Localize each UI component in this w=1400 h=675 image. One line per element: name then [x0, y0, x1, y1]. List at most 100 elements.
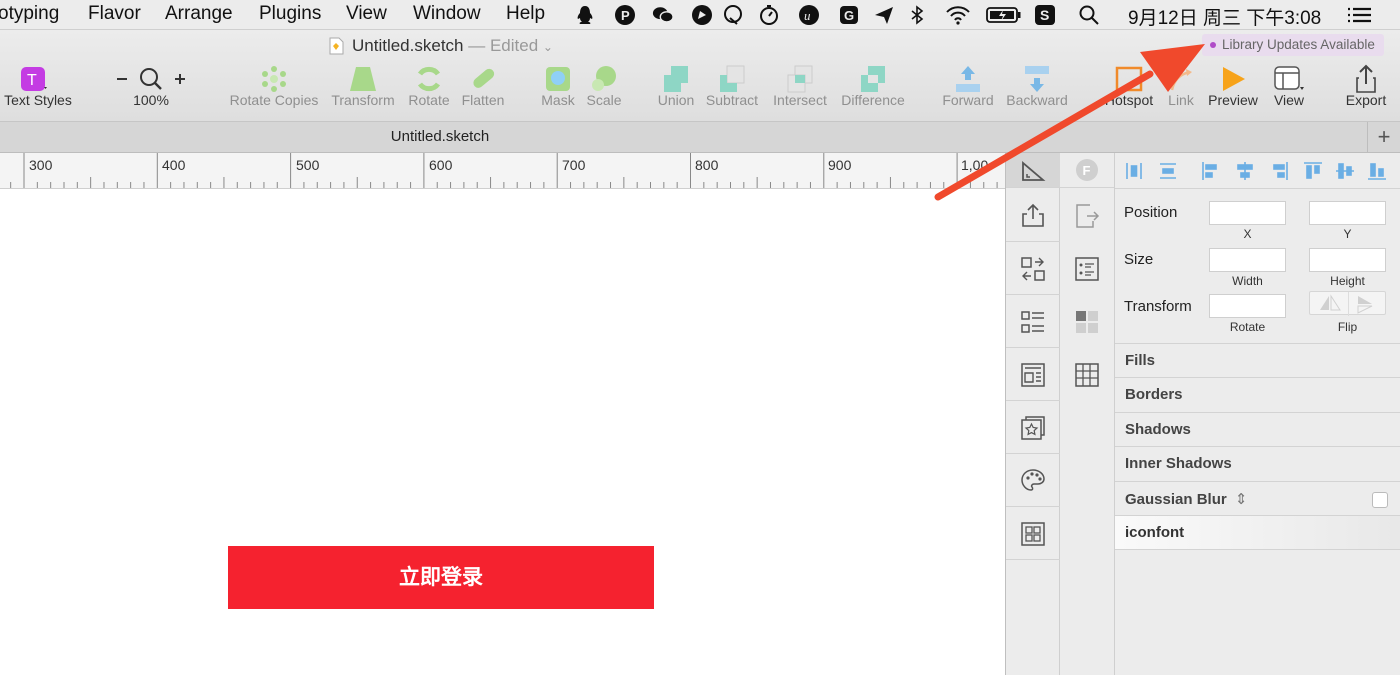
menu-view[interactable]: View — [346, 3, 387, 25]
zoom-control[interactable] — [111, 64, 191, 94]
upload-button[interactable] — [1006, 189, 1060, 242]
backward-button[interactable] — [1022, 64, 1052, 94]
timer-icon[interactable] — [758, 4, 780, 26]
battery-icon[interactable] — [986, 4, 1022, 26]
flatten-label: Flatten — [461, 92, 505, 108]
form-button[interactable] — [1060, 242, 1114, 292]
difference-button[interactable] — [858, 64, 888, 94]
iconfont-section[interactable]: iconfont — [1115, 515, 1400, 550]
rotate-button[interactable] — [414, 64, 444, 94]
send-icon[interactable] — [873, 4, 895, 26]
svg-text:P: P — [621, 8, 630, 23]
rotate-copies-label: Rotate Copies — [229, 92, 319, 108]
menu-window[interactable]: Window — [413, 3, 481, 25]
subtract-icon — [720, 65, 745, 92]
favorites-button[interactable] — [1006, 401, 1060, 454]
canvas[interactable]: 立即登录 — [0, 189, 1005, 675]
hotspot-icon — [1115, 66, 1143, 92]
menu-plugins[interactable]: Plugins — [259, 3, 321, 25]
borders-section[interactable]: Borders — [1115, 377, 1400, 412]
text-styles-label: Text Styles — [4, 92, 72, 108]
menu-prototyping[interactable]: otyping — [0, 3, 59, 25]
swap-symbols-button[interactable] — [1006, 242, 1060, 295]
inner-shadows-section[interactable]: Inner Shadows — [1115, 446, 1400, 481]
x-label: X — [1243, 227, 1252, 241]
spotlight-search-icon[interactable] — [1078, 4, 1100, 26]
palette-button[interactable] — [1006, 454, 1060, 507]
p-app-icon[interactable]: P — [614, 4, 636, 26]
g-app-icon[interactable]: G — [838, 4, 860, 26]
mask-button[interactable] — [543, 64, 573, 94]
components-button[interactable] — [1006, 507, 1060, 560]
form-list-icon — [1075, 257, 1099, 281]
inspector-tab-ruler[interactable] — [1006, 153, 1060, 188]
intersect-button[interactable] — [785, 64, 815, 94]
s-app-icon[interactable]: S — [1034, 4, 1056, 26]
gaussian-blur-section[interactable]: Gaussian Blur ⇕ — [1115, 481, 1400, 516]
library-updates-badge[interactable]: Library Updates Available — [1202, 34, 1384, 56]
grid-components-icon — [1021, 522, 1045, 546]
fontawesome-button[interactable]: F — [1060, 153, 1114, 188]
flip-control[interactable] — [1309, 291, 1386, 316]
tab-untitled[interactable]: Untitled.sketch — [0, 128, 880, 145]
rotate-field[interactable] — [1209, 294, 1286, 318]
menu-clock[interactable]: 9月12日 周三 下午3:08 — [1128, 3, 1321, 30]
svg-text:F: F — [1083, 163, 1091, 178]
view-button[interactable] — [1274, 64, 1304, 94]
layer-list-button[interactable] — [1006, 295, 1060, 348]
transform-button[interactable] — [348, 64, 378, 94]
flatten-button[interactable] — [468, 64, 498, 94]
menu-arrange[interactable]: Arrange — [165, 3, 233, 25]
horizontal-ruler[interactable]: 300 400 500 600 700 800 900 1,00 — [0, 153, 1005, 189]
ruler-label: 600 — [429, 157, 453, 173]
wifi-icon[interactable] — [944, 4, 972, 26]
preview-button[interactable] — [1218, 64, 1248, 94]
subtract-button[interactable] — [717, 64, 747, 94]
transform-label: Transform — [1124, 298, 1192, 315]
location-icon[interactable] — [691, 4, 713, 26]
flip-label: Flip — [1337, 320, 1358, 334]
gaussian-blur-checkbox[interactable] — [1372, 492, 1388, 508]
table-button[interactable] — [1060, 348, 1114, 398]
width-field[interactable] — [1209, 248, 1286, 272]
menu-help[interactable]: Help — [506, 3, 545, 25]
document-title[interactable]: Untitled.sketch — Edited ⌄ — [329, 36, 553, 56]
tiles-button[interactable] — [1060, 295, 1114, 345]
notification-center-icon[interactable] — [1345, 4, 1373, 26]
add-tab-button[interactable]: + — [1367, 122, 1400, 153]
ruler-label: 1,00 — [961, 157, 989, 173]
text-styles-icon: T — [21, 67, 47, 91]
shadows-section[interactable]: Shadows — [1115, 412, 1400, 447]
rotate-copies-button[interactable] — [259, 64, 289, 94]
text-styles-button[interactable]: T — [19, 64, 49, 94]
union-button[interactable] — [661, 64, 691, 94]
align-right-icon — [1273, 162, 1288, 180]
scale-button[interactable] — [589, 64, 619, 94]
fills-section[interactable]: Fills — [1115, 343, 1400, 378]
wechat-icon[interactable] — [652, 4, 674, 26]
position-y-field[interactable] — [1309, 201, 1386, 225]
export-slice-button[interactable] — [1060, 189, 1114, 239]
search-app-icon[interactable] — [722, 4, 744, 26]
rotate-copies-icon — [262, 66, 286, 92]
union-icon — [664, 66, 688, 92]
link-button[interactable] — [1166, 64, 1196, 94]
layout-button[interactable] — [1006, 348, 1060, 401]
position-x-field[interactable] — [1209, 201, 1286, 225]
export-button[interactable] — [1351, 64, 1381, 94]
bluetooth-icon[interactable] — [906, 4, 928, 26]
forward-button[interactable] — [953, 64, 983, 94]
distribute-vertical-icon — [1160, 163, 1176, 179]
menu-flavor[interactable]: Flavor — [88, 3, 141, 25]
swap-icon — [1021, 257, 1045, 281]
hotspot-button[interactable] — [1114, 64, 1144, 94]
u-app-icon[interactable]: u — [798, 4, 820, 26]
svg-text:S: S — [1040, 7, 1049, 23]
edited-status: — Edited — [468, 36, 539, 55]
send-backward-icon — [1025, 66, 1049, 92]
height-field[interactable] — [1309, 248, 1386, 272]
qq-icon[interactable] — [574, 4, 596, 26]
login-now-button[interactable]: 立即登录 — [228, 546, 654, 609]
updown-chevron-icon[interactable]: ⇕ — [1235, 491, 1248, 508]
mask-icon — [546, 67, 570, 91]
